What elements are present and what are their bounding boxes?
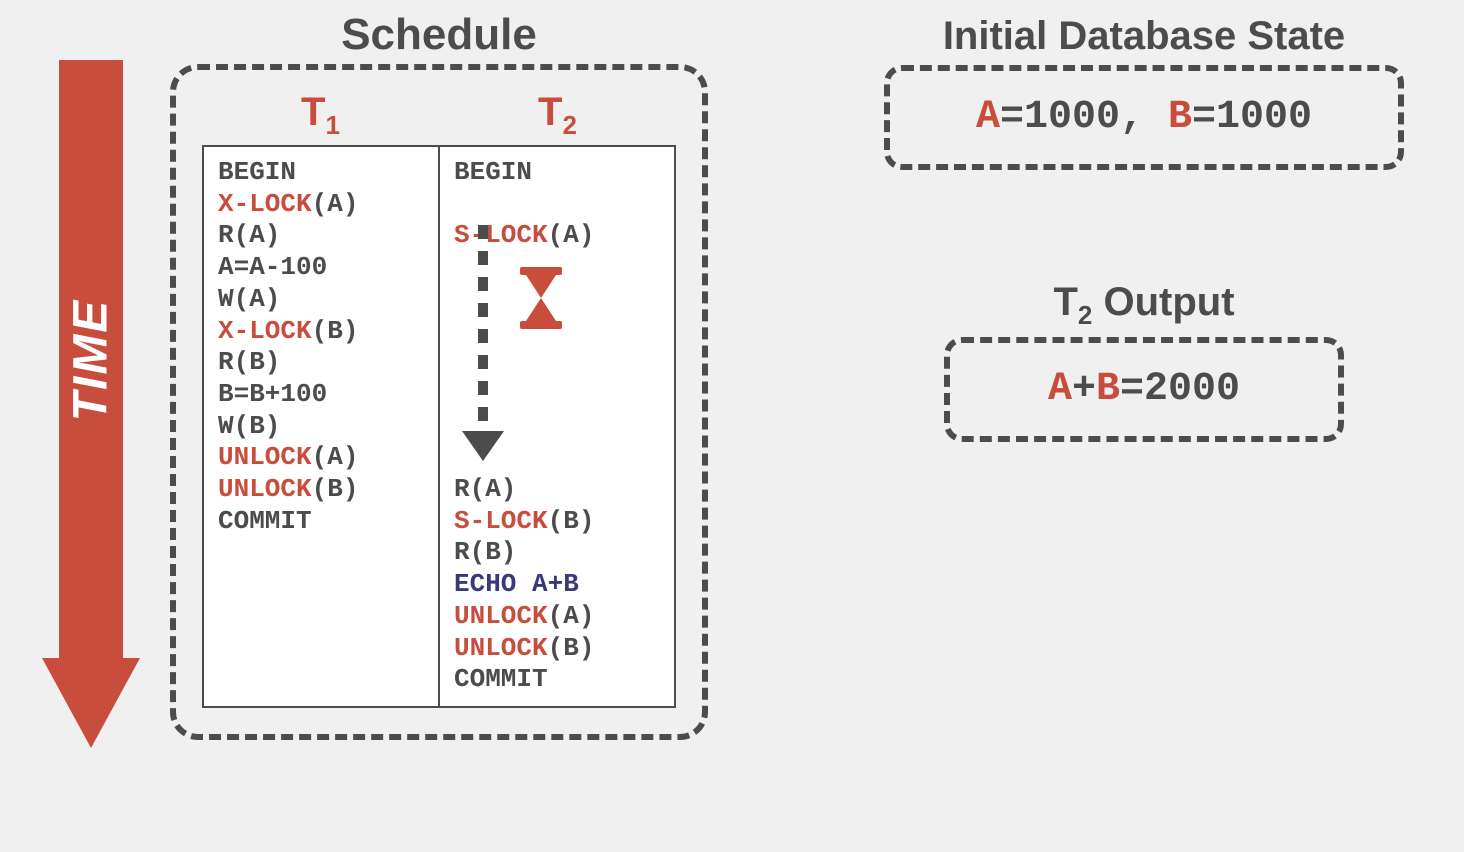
header-t1: T1 [202, 90, 439, 145]
schedule-table: BEGIN X-LOCK(A) R(A) A=A-100 W(A) X-LOCK… [202, 145, 676, 708]
header-t2: T2 [439, 90, 676, 145]
out-plus: + [1072, 367, 1096, 412]
time-arrow: TIME [42, 60, 140, 748]
blank [454, 252, 660, 284]
initial-state-section: Initial Database State A=1000, B=1000 [884, 14, 1404, 170]
right-column: Initial Database State A=1000, B=1000 T2… [884, 14, 1404, 442]
t1-column: BEGIN X-LOCK(A) R(A) A=A-100 W(A) X-LOCK… [204, 147, 440, 706]
blank [454, 442, 660, 474]
t1-read-b: R(B) [218, 347, 424, 379]
t2-read-a: R(A) [454, 474, 660, 506]
t2-output-box: A+B=2000 [944, 337, 1344, 442]
initial-state-title: Initial Database State [884, 14, 1404, 59]
var-b: B [1168, 95, 1192, 140]
out-var-b: B [1096, 367, 1120, 412]
out-value: =2000 [1120, 367, 1240, 412]
schedule-title: Schedule [170, 10, 708, 60]
t2-unlock-b: UNLOCK(B) [454, 633, 660, 665]
t2-column: BEGIN S-LOCK(A) R(A) S-LOCK(B) R(B) ECHO… [440, 147, 674, 706]
a-value: =1000, [1000, 95, 1168, 140]
t1-read-a: R(A) [218, 220, 424, 252]
t2-slock-b: S-LOCK(B) [454, 506, 660, 538]
blank [218, 538, 424, 570]
t2-echo: ECHO A+B [454, 569, 660, 601]
blank [454, 347, 660, 379]
t2-begin: BEGIN [454, 157, 660, 189]
t2-output-title: T2 Output [884, 280, 1404, 331]
blank [454, 189, 660, 221]
t2-commit: COMMIT [454, 664, 660, 696]
t1-begin: BEGIN [218, 157, 424, 189]
blank [454, 411, 660, 443]
t1-assign-b: B=B+100 [218, 379, 424, 411]
blank [218, 664, 424, 696]
blank [218, 569, 424, 601]
blank [454, 284, 660, 316]
t2-read-b: R(B) [454, 537, 660, 569]
t1-assign-a: A=A-100 [218, 252, 424, 284]
t1-unlock-a: UNLOCK(A) [218, 442, 424, 474]
t1-write-a: W(A) [218, 284, 424, 316]
t1-xlock-b: X-LOCK(B) [218, 316, 424, 348]
t1-write-b: W(B) [218, 411, 424, 443]
blank [454, 379, 660, 411]
blank [218, 601, 424, 633]
t2-unlock-a: UNLOCK(A) [454, 601, 660, 633]
t1-xlock-a: X-LOCK(A) [218, 189, 424, 221]
out-var-a: A [1048, 367, 1072, 412]
schedule-box: T1 T2 BEGIN X-LOCK(A) R(A) A=A-100 W(A) … [170, 64, 708, 740]
b-value: =1000 [1192, 95, 1312, 140]
blank [218, 633, 424, 665]
schedule-headers: T1 T2 [202, 90, 676, 145]
t1-unlock-b: UNLOCK(B) [218, 474, 424, 506]
time-arrow-head [42, 658, 140, 748]
var-a: A [976, 95, 1000, 140]
blank [454, 316, 660, 348]
schedule-section: Schedule T1 T2 BEGIN X-LOCK(A) R(A) A=A-… [170, 10, 708, 740]
initial-state-box: A=1000, B=1000 [884, 65, 1404, 170]
t1-commit: COMMIT [218, 506, 424, 538]
t2-slock-a: S-LOCK(A) [454, 220, 660, 252]
t2-output-section: T2 Output A+B=2000 [884, 280, 1404, 442]
time-label: TIME [64, 299, 119, 422]
